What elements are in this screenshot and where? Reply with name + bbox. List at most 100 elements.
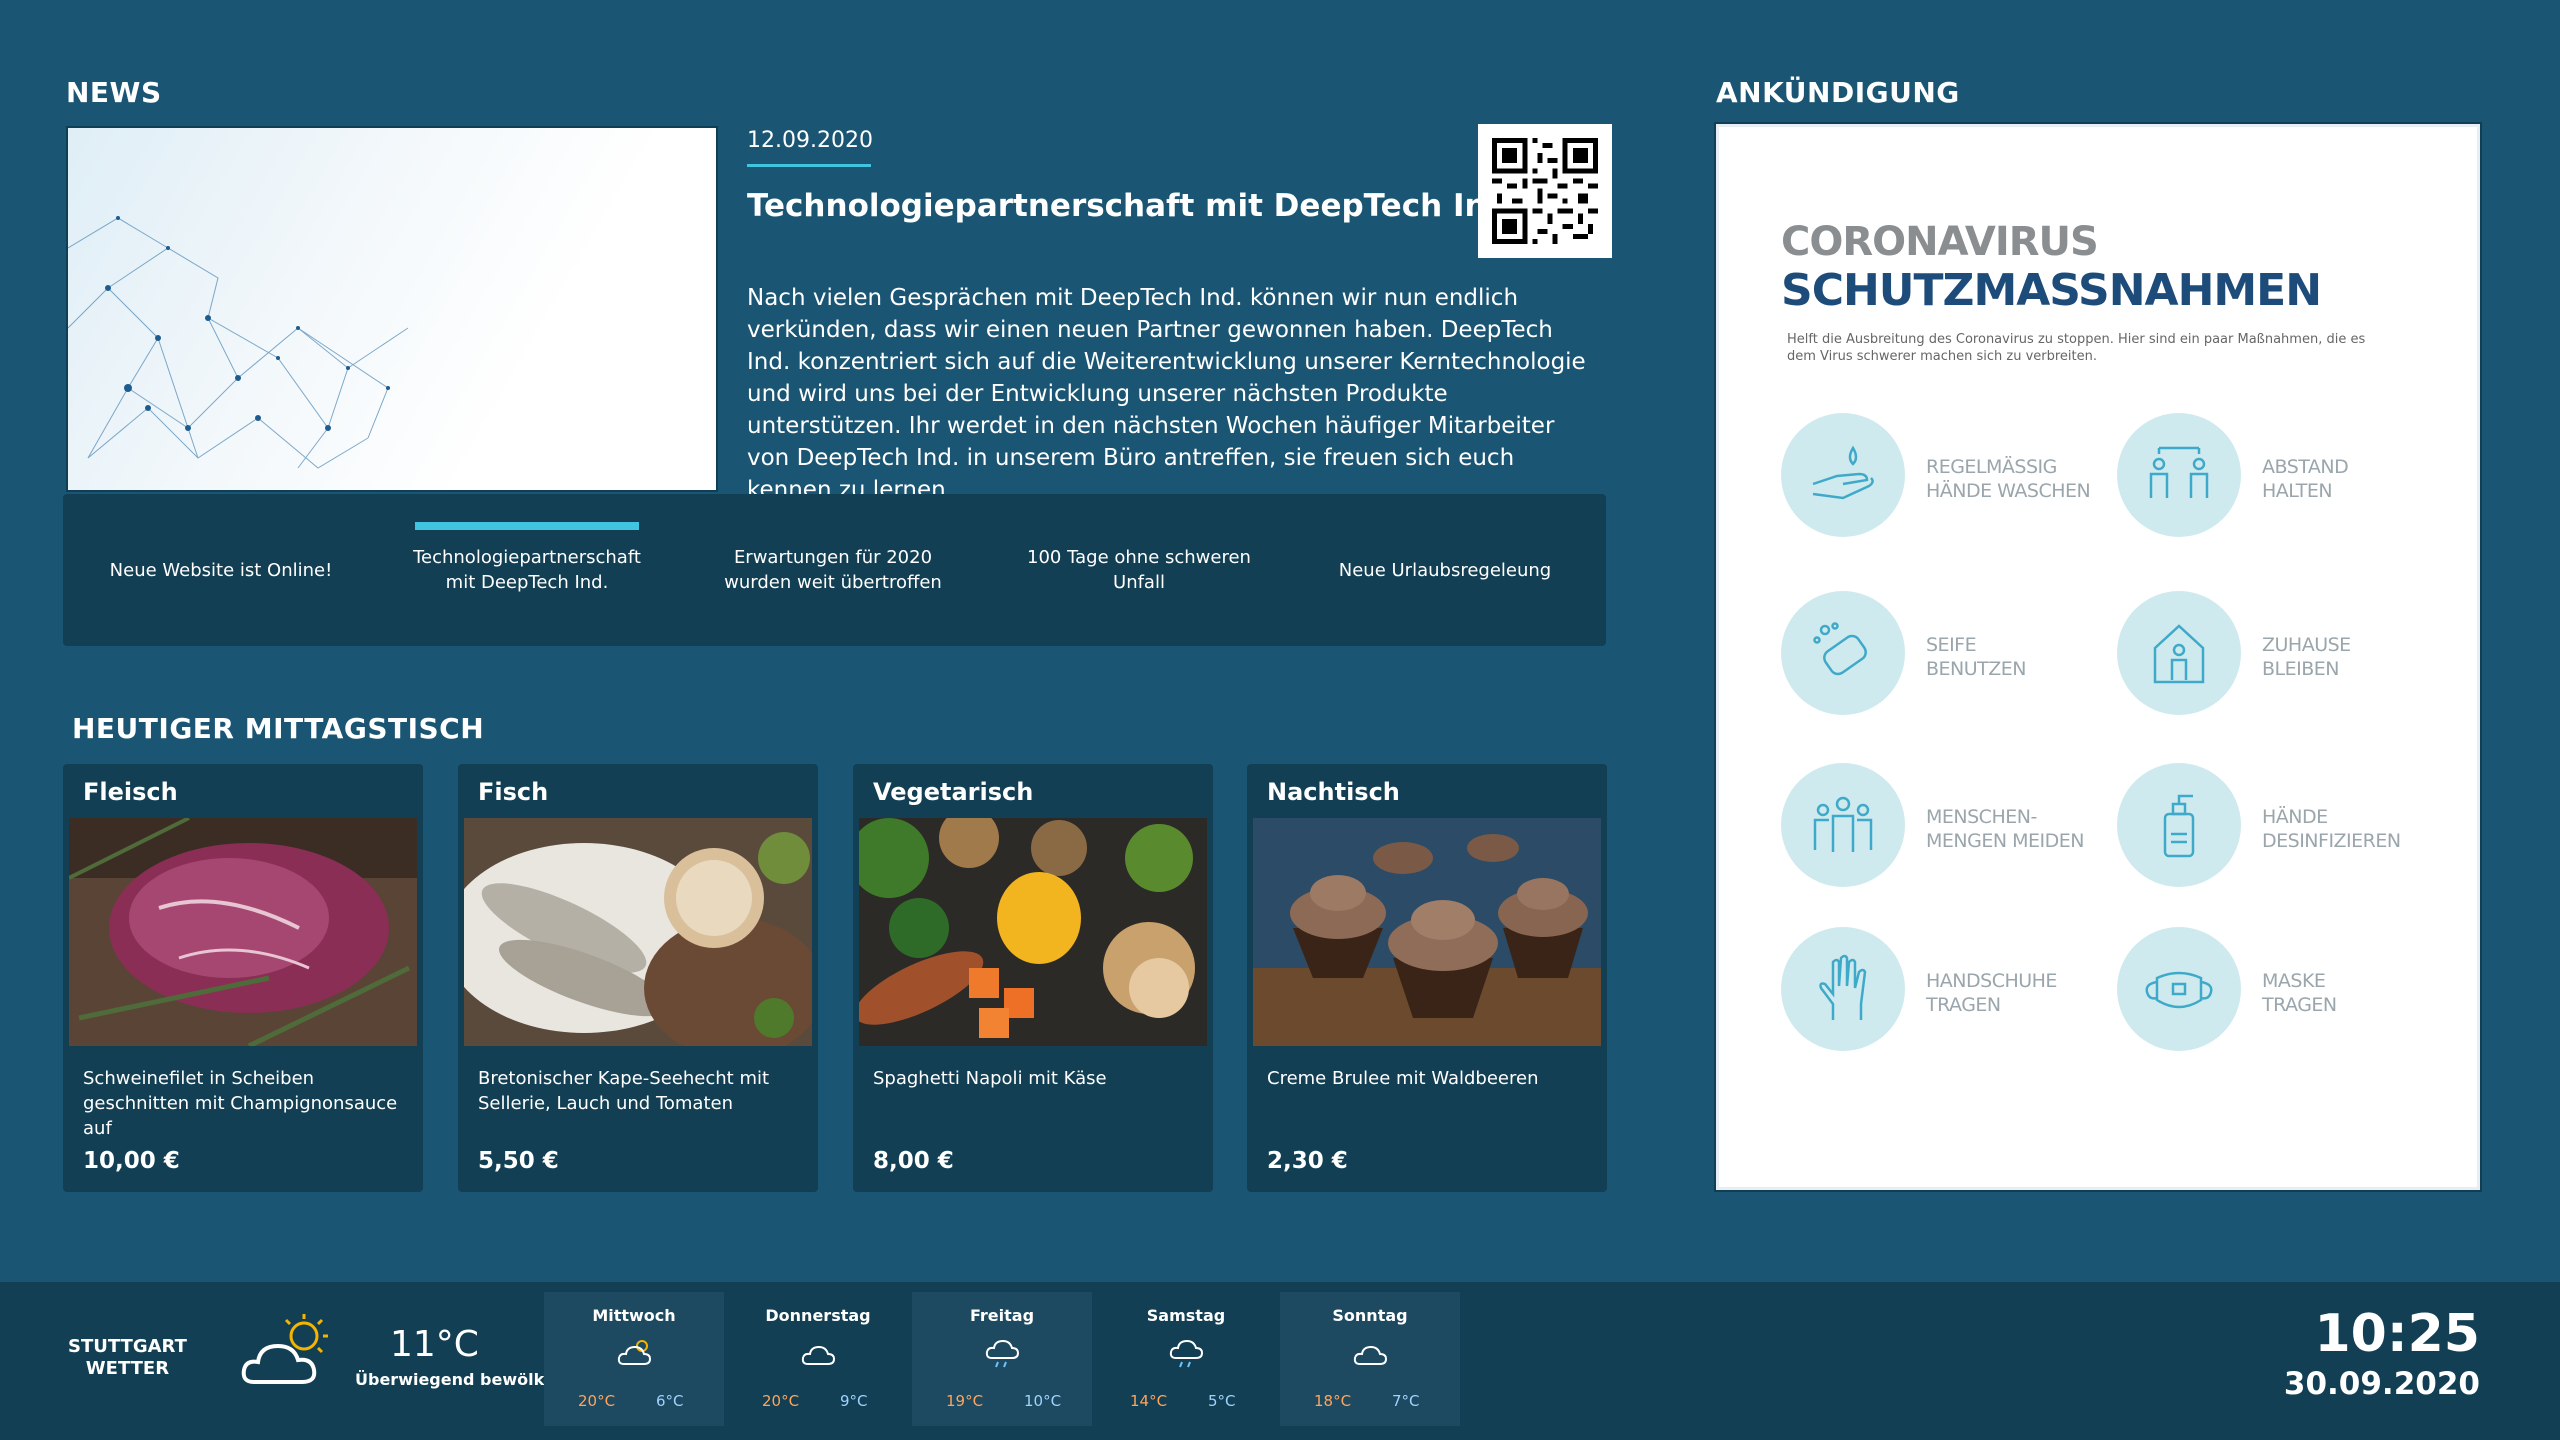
clock-time: 10:25 — [2314, 1304, 2480, 1364]
news-tab-label: 100 Tage ohne schweren Unfall — [1027, 547, 1251, 593]
news-tab-expectations[interactable]: Erwartungen für 2020 wurden weit übertro… — [683, 494, 983, 646]
dish-description: Creme Brulee mit Waldbeeren — [1267, 1068, 1539, 1089]
glove-icon — [1781, 927, 1905, 1051]
measure-soap: SEIFE BENUTZEN — [1781, 591, 2111, 721]
forecast-day-name: Sonntag — [1332, 1306, 1408, 1325]
news-tab-label: Erwartungen für 2020 wurden weit übertro… — [724, 547, 942, 593]
news-headline: Technologiepartnerschaft mit DeepTech In… — [747, 188, 1521, 224]
qr-code[interactable] — [1478, 124, 1612, 258]
dish-card-dessert[interactable]: Nachtisch Creme Brulee mit Waldbeeren 2,… — [1247, 764, 1607, 1192]
forecast-low: 6°C — [656, 1392, 684, 1410]
cloud-icon — [1352, 1336, 1390, 1370]
forecast-day: Donnerstag 20°C 9°C — [728, 1292, 908, 1426]
announcement-section-title: ANKÜNDIGUNG — [1716, 76, 1960, 109]
measure-label: SEIFE BENUTZEN — [1926, 634, 2027, 680]
hand-wash-icon — [1781, 413, 1905, 537]
dish-card-fish[interactable]: Fisch Bretonischer Kape-Seehecht mit Sel… — [458, 764, 818, 1192]
sanitizer-icon — [2117, 763, 2241, 887]
measure-wash-hands: REGELMÄSSIG HÄNDE WASCHEN — [1781, 413, 2111, 543]
announcement-poster[interactable]: CORONAVIRUS SCHUTZMASSNAHMEN Helft die A… — [1714, 122, 2482, 1192]
forecast-low: 5°C — [1208, 1392, 1236, 1410]
measure-label: MASKE TRAGEN — [2262, 970, 2337, 1016]
forecast-high: 20°C — [762, 1392, 800, 1410]
dish-description: Bretonischer Kape-Seehecht mit Sellerie,… — [478, 1068, 770, 1114]
news-tab-label: Technologiepartnerschaft mit DeepTech In… — [413, 547, 641, 593]
clock-date: 30.09.2020 — [2283, 1366, 2480, 1402]
rain-cloud-icon — [984, 1336, 1022, 1370]
forecast-day: Mittwoch 20°C 6°C — [544, 1292, 724, 1426]
dish-description: Spaghetti Napoli mit Käse — [873, 1068, 1107, 1089]
dish-image-dessert — [1253, 818, 1601, 1046]
forecast-day-name: Mittwoch — [592, 1306, 676, 1325]
measure-distance: ABSTAND HALTEN — [2117, 413, 2447, 543]
news-image — [66, 126, 718, 492]
crowd-icon — [1781, 763, 1905, 887]
home-icon — [2117, 591, 2241, 715]
current-temperature: 11°C — [390, 1324, 479, 1365]
lunch-section-title: HEUTIGER MITTAGSTISCH — [72, 712, 485, 745]
forecast-day-name: Samstag — [1146, 1306, 1226, 1325]
measure-mask: MASKE TRAGEN — [2117, 927, 2447, 1057]
forecast-high: 20°C — [578, 1392, 616, 1410]
forecast-day: Samstag 14°C 5°C — [1096, 1292, 1276, 1426]
news-tab-deeptech[interactable]: Technologiepartnerschaft mit DeepTech In… — [377, 494, 677, 646]
partly-cloudy-icon — [238, 1308, 338, 1398]
measure-gloves: HANDSCHUHE TRAGEN — [1781, 927, 2111, 1057]
weather-city: STUTTGART WETTER — [68, 1336, 187, 1380]
active-tab-indicator — [415, 522, 639, 530]
news-tab-no-accident[interactable]: 100 Tage ohne schweren Unfall — [989, 494, 1289, 646]
measure-label: HANDSCHUHE TRAGEN — [1926, 970, 2057, 1016]
forecast-day-name: Donnerstag — [765, 1306, 871, 1325]
distance-icon — [2117, 413, 2241, 537]
rain-cloud-icon — [1168, 1336, 1206, 1370]
cloud-icon — [800, 1336, 838, 1370]
dish-price: 5,50 € — [478, 1148, 559, 1174]
news-tab-vacation[interactable]: Neue Urlaubsregeleung — [1295, 494, 1595, 646]
measure-label: ABSTAND HALTEN — [2262, 456, 2349, 502]
news-tab-label: Neue Website ist Online! — [109, 559, 333, 581]
forecast-low: 9°C — [840, 1392, 868, 1410]
partly-sunny-icon — [616, 1336, 654, 1370]
measure-label: HÄNDE DESINFIZIEREN — [2262, 806, 2401, 852]
dish-card-meat[interactable]: Fleisch Schweinefilet in Scheiben geschn… — [63, 764, 423, 1192]
news-tab-website[interactable]: Neue Website ist Online! — [71, 494, 371, 646]
dish-price: 10,00 € — [83, 1148, 180, 1174]
news-date-underline — [747, 164, 871, 167]
measure-avoid-crowds: MENSCHEN- MENGEN MEIDEN — [1781, 763, 2111, 893]
forecast-day: Freitag 19°C 10°C — [912, 1292, 1092, 1426]
news-section-title: NEWS — [66, 76, 162, 109]
forecast-day-name: Freitag — [969, 1306, 1035, 1325]
forecast-high: 18°C — [1314, 1392, 1352, 1410]
dish-category: Nachtisch — [1267, 778, 1400, 806]
forecast-high: 19°C — [946, 1392, 984, 1410]
weather-city-subtitle: WETTER — [85, 1358, 170, 1379]
mask-icon — [2117, 927, 2241, 1051]
measure-label: ZUHAUSE BLEIBEN — [2262, 634, 2351, 680]
poster-intro: Helft die Ausbreitung des Coronavirus zu… — [1787, 332, 2366, 364]
dish-category: Fleisch — [83, 778, 178, 806]
soap-icon — [1781, 591, 1905, 715]
dish-price: 8,00 € — [873, 1148, 954, 1174]
dish-card-vegetarian[interactable]: Vegetarisch Spaghetti Napoli mit Käse 8,… — [853, 764, 1213, 1192]
poster-title-line2: SCHUTZMASSNAHMEN — [1781, 265, 2322, 316]
dish-category: Vegetarisch — [873, 778, 1034, 806]
forecast-low: 7°C — [1392, 1392, 1420, 1410]
dish-category: Fisch — [478, 778, 549, 806]
weather-city-name: STUTTGART — [68, 1336, 187, 1357]
news-body: Nach vielen Gesprächen mit DeepTech Ind.… — [747, 285, 1586, 503]
forecast-high: 14°C — [1130, 1392, 1168, 1410]
news-tab-bar: Neue Website ist Online! Technologiepart… — [63, 494, 1606, 646]
measure-disinfect: HÄNDE DESINFIZIEREN — [2117, 763, 2447, 893]
poster-title-line1: CORONAVIRUS — [1781, 219, 2099, 265]
dish-image-meat — [69, 818, 417, 1046]
news-tab-label: Neue Urlaubsregeleung — [1338, 559, 1552, 581]
measure-stay-home: ZUHAUSE BLEIBEN — [2117, 591, 2447, 721]
current-condition: Überwiegend bewölkt — [355, 1370, 552, 1389]
news-date: 12.09.2020 — [747, 128, 873, 153]
measure-label: REGELMÄSSIG HÄNDE WASCHEN — [1926, 456, 2091, 502]
dish-price: 2,30 € — [1267, 1148, 1348, 1174]
dish-image-fish — [464, 818, 812, 1046]
measure-label: MENSCHEN- MENGEN MEIDEN — [1926, 806, 2084, 852]
dish-description: Schweinefilet in Scheiben geschnitten mi… — [83, 1068, 398, 1139]
forecast-low: 10°C — [1024, 1392, 1062, 1410]
